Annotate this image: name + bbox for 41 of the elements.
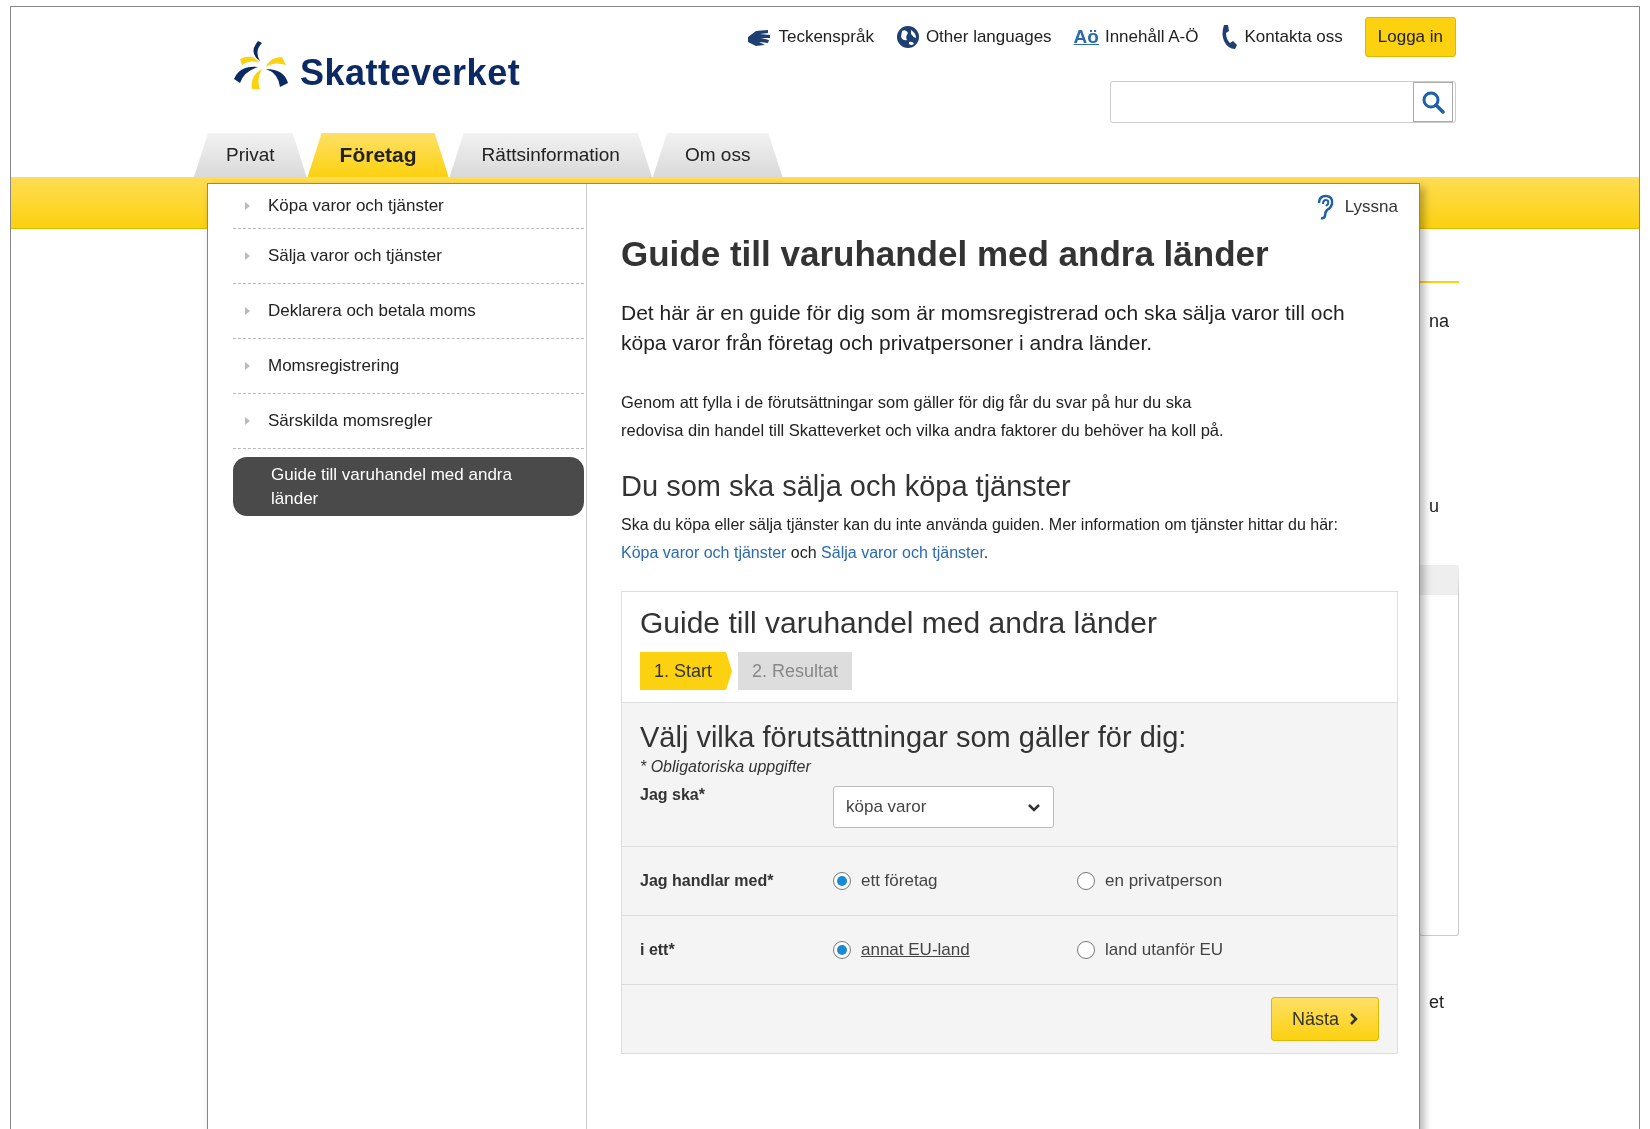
radio-label[interactable]: land utanför EU (1105, 940, 1224, 960)
text-fragment: et (1428, 992, 1445, 1013)
required-note: * Obligatoriska uppgifter (639, 757, 813, 777)
field-label: Jag handlar med* (640, 872, 775, 890)
field-label: i ett* (640, 941, 676, 959)
nav-tab[interactable]: Om oss (652, 133, 783, 177)
guide-title: Guide till varuhandel med andra länder (640, 606, 1158, 640)
step-tab[interactable]: 1. Start (640, 652, 733, 690)
listen-link[interactable]: Lyssna (1344, 197, 1398, 217)
header-link[interactable]: Kontakta oss (1220, 24, 1343, 50)
form-heading: Välj vilka förutsättningar som gäller för dig: (639, 720, 1188, 754)
body-paragraph: Genom att fylla i de förutsättningar som gäller för dig får du svar på hur du ska redovisa din handel till Skatteverket och vilka andra faktorer du behöver ha koll på. (621, 392, 1225, 441)
select-field[interactable]: köpa varor (833, 786, 1054, 828)
nav-item[interactable]: Köpa varor och tjänster (233, 184, 584, 229)
login-button[interactable]: Logga in (1364, 17, 1456, 57)
lead-paragraph: Det här är en guide för dig som är momsregistrerad och ska sälja varor till och köpa varor från företag och privatpersoner i andra länder. (621, 300, 1346, 356)
az-icon: Aö (1073, 26, 1099, 48)
page-title: Guide till varuhandel med andra länder (621, 234, 1270, 274)
nav-item[interactable]: Sälja varor och tjänster (233, 229, 584, 284)
section-heading: Du som ska sälja och köpa tjänster (621, 470, 1072, 503)
field-label: Jag ska* (640, 786, 706, 804)
nav-tab[interactable]: Rättsinformation (449, 133, 652, 177)
text-fragment: u (1428, 496, 1440, 517)
header-link[interactable]: Other languages (895, 25, 1052, 49)
radio-label[interactable]: en privatperson (1105, 871, 1223, 891)
header-link[interactable]: Aö Innehåll A-Ö (1073, 26, 1199, 48)
nav-item[interactable]: Deklarera och betala moms (233, 284, 584, 339)
text-link[interactable]: Köpa varor och tjänster (621, 544, 787, 561)
next-button[interactable]: Nästa (1270, 997, 1379, 1041)
radio-label[interactable]: ett företag (861, 871, 938, 891)
logo-text[interactable]: Skatteverket (300, 55, 521, 91)
nav-tab[interactable]: Företag (307, 133, 449, 177)
nav-item[interactable]: Särskilda momsregler (233, 394, 584, 449)
text-fragment: na (1428, 311, 1451, 332)
nav-item[interactable]: Guide till varuhandel med andra länder (233, 457, 584, 516)
header-link[interactable]: Teckenspråk (746, 27, 874, 47)
text-link[interactable]: Sälja varor och tjänster (821, 544, 984, 561)
nav-item[interactable]: Momsregistrering (233, 339, 584, 394)
services-paragraph: Ska du köpa eller sälja tjänster kan du inte använda guiden. Mer information om tjänster hittar du här: Köpa varor och tjänster och Sälja varor och tjänster. (621, 515, 1339, 563)
radio-label[interactable]: annat EU-land (861, 940, 970, 960)
nav-tab[interactable]: Privat (194, 133, 307, 177)
